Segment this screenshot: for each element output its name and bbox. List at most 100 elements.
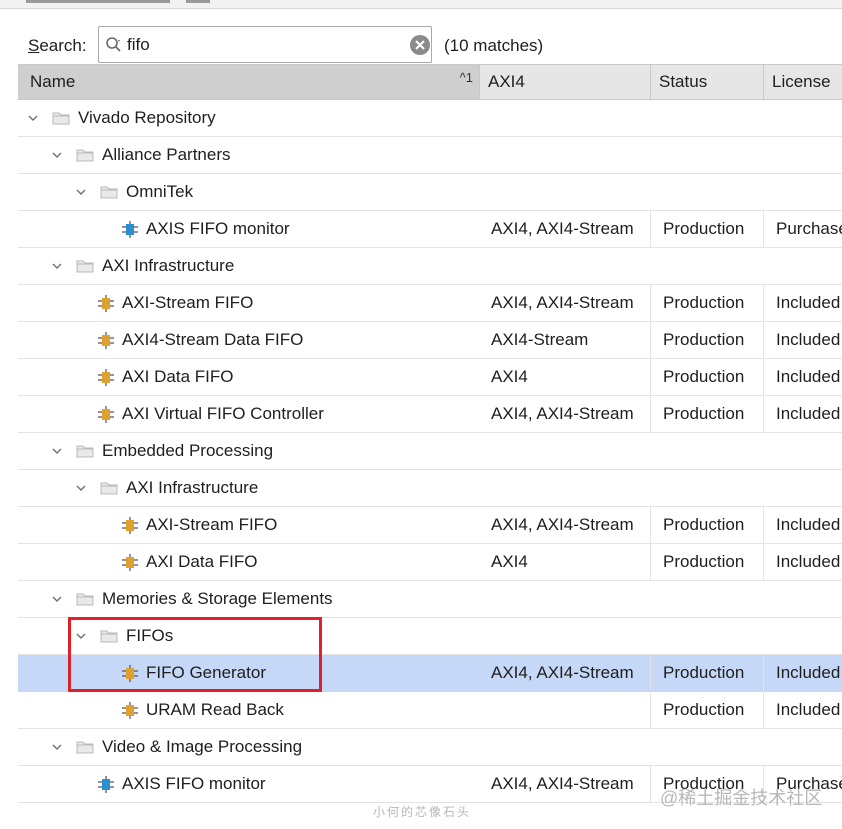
tree-ip-row[interactable]: AXI Data FIFO AXI4 Production Included bbox=[18, 544, 842, 581]
column-header-name[interactable]: Name ^1 bbox=[18, 65, 480, 99]
tree-item-label: AXI Virtual FIFO Controller bbox=[122, 404, 324, 423]
tree-ip-row[interactable]: FIFO Generator AXI4, AXI4-Stream Productio… bbox=[18, 655, 842, 692]
folder-icon bbox=[100, 482, 118, 495]
name-cell: AXI Virtual FIFO Controller bbox=[18, 396, 480, 432]
name-cell: OmniTek bbox=[18, 174, 480, 210]
ip-core-icon bbox=[98, 369, 114, 386]
folder-icon bbox=[76, 445, 94, 458]
column-header-axi4[interactable]: AXI4 bbox=[480, 65, 651, 99]
tree-item-label: FIFOs bbox=[126, 626, 174, 645]
tree-item-label: Memories & Storage Elements bbox=[102, 589, 333, 608]
name-cell: FIFOs bbox=[18, 618, 480, 654]
ip-core-icon bbox=[98, 776, 114, 793]
license-cell: Included bbox=[776, 330, 841, 349]
tree-ip-row[interactable]: AXI4-Stream Data FIFO AXI4-Stream Producti… bbox=[18, 322, 842, 359]
tree-folder-row[interactable]: Video & Image Processing bbox=[18, 729, 842, 766]
status-cell: Production bbox=[651, 359, 764, 395]
clear-circle-icon[interactable] bbox=[410, 35, 430, 55]
column-header-license[interactable]: License bbox=[764, 65, 842, 99]
tree-item-label: AXI Data FIFO bbox=[122, 367, 234, 386]
tree-folder-row[interactable]: Alliance Partners bbox=[18, 137, 842, 174]
tree-folder-row[interactable]: Memories & Storage Elements bbox=[18, 581, 842, 618]
tree-folder-row[interactable]: Vivado Repository bbox=[18, 100, 842, 137]
axi4-cell: AXI4, AXI4-Stream bbox=[480, 396, 651, 432]
ip-catalog-tree: Vivado Repository Alliance Partners OmniTe… bbox=[18, 100, 842, 803]
ip-core-icon bbox=[98, 406, 114, 423]
tree-folder-row[interactable]: FIFOs bbox=[18, 618, 842, 655]
ip-core-icon bbox=[122, 702, 138, 719]
tree-ip-row[interactable]: AXI Data FIFO AXI4 Production Included bbox=[18, 359, 842, 396]
match-count: (10 matches) bbox=[444, 36, 544, 55]
tree-item-label: AXI-Stream FIFO bbox=[122, 293, 254, 312]
table-header: Name ^1 AXI4 Status License bbox=[18, 64, 842, 100]
tree-ip-row[interactable]: URAM Read Back Production Included bbox=[18, 692, 842, 729]
watermark-small: 小何的芯像石头 bbox=[373, 805, 472, 819]
tree-folder-row[interactable]: AXI Infrastructure bbox=[18, 248, 842, 285]
license-cell: Included bbox=[776, 700, 841, 719]
search-label-mnemonic: S bbox=[28, 36, 40, 55]
tree-item-label: AXI Data FIFO bbox=[146, 552, 258, 571]
status-cell: Production bbox=[651, 507, 764, 543]
name-cell: AXIS FIFO monitor bbox=[18, 211, 480, 247]
ip-core-icon bbox=[98, 295, 114, 312]
tree-item-label: Alliance Partners bbox=[102, 145, 231, 164]
name-cell: FIFO Generator bbox=[18, 655, 480, 691]
top-tab-strip bbox=[0, 0, 842, 9]
chevron-down-icon[interactable] bbox=[52, 150, 62, 160]
tab-indicator[interactable] bbox=[26, 0, 170, 3]
tree-item-label: Video & Image Processing bbox=[102, 737, 303, 756]
axi4-cell: AXI4, AXI4-Stream bbox=[480, 507, 651, 543]
column-header-status[interactable]: Status bbox=[651, 65, 764, 99]
tab-indicator-small[interactable] bbox=[186, 0, 210, 3]
chevron-down-icon[interactable] bbox=[52, 261, 62, 271]
chevron-down-icon[interactable] bbox=[52, 742, 62, 752]
status-cell: Production bbox=[651, 544, 764, 580]
tree-item-label: URAM Read Back bbox=[146, 700, 284, 719]
tree-ip-row[interactable]: AXI-Stream FIFO AXI4, AXI4-Stream Producti… bbox=[18, 507, 842, 544]
license-cell: Included bbox=[776, 404, 841, 423]
name-cell: AXI Data FIFO bbox=[18, 544, 480, 580]
status-cell: Production bbox=[651, 692, 764, 728]
axi4-cell: AXI4, AXI4-Stream bbox=[480, 766, 651, 802]
ip-core-icon bbox=[98, 332, 114, 349]
search-input[interactable] bbox=[127, 31, 397, 58]
tree-item-label: AXI Infrastructure bbox=[102, 256, 235, 275]
search-label: Search: bbox=[28, 36, 87, 56]
chevron-down-icon[interactable] bbox=[52, 594, 62, 604]
clear-x-icon bbox=[415, 40, 425, 50]
tree-folder-row[interactable]: AXI Infrastructure bbox=[18, 470, 842, 507]
license-cell: Included bbox=[776, 515, 841, 534]
chevron-down-icon[interactable] bbox=[52, 446, 62, 456]
tree-item-label: Vivado Repository bbox=[78, 108, 216, 127]
tree-item-label: OmniTek bbox=[126, 182, 194, 201]
license-cell: Included bbox=[776, 293, 841, 312]
name-cell: AXI Data FIFO bbox=[18, 359, 480, 395]
folder-icon bbox=[76, 149, 94, 162]
column-header-name-label: Name bbox=[30, 72, 76, 91]
name-cell: AXI-Stream FIFO bbox=[18, 285, 480, 321]
name-cell: AXIS FIFO monitor bbox=[18, 766, 480, 802]
tree-item-label: Embedded Processing bbox=[102, 441, 274, 460]
name-cell: Embedded Processing bbox=[18, 433, 480, 469]
chevron-down-icon[interactable] bbox=[28, 113, 38, 123]
search-box[interactable] bbox=[98, 26, 432, 63]
tree-ip-row[interactable]: AXI-Stream FIFO AXI4, AXI4-Stream Producti… bbox=[18, 285, 842, 322]
axi4-cell: AXI4-Stream bbox=[480, 322, 651, 358]
name-cell: Vivado Repository bbox=[18, 100, 480, 136]
tree-item-label: AXIS FIFO monitor bbox=[122, 774, 266, 793]
tree-item-label: AXIS FIFO monitor bbox=[146, 219, 290, 238]
name-cell: Alliance Partners bbox=[18, 137, 480, 173]
folder-icon bbox=[100, 630, 118, 643]
chevron-down-icon[interactable] bbox=[76, 631, 86, 641]
status-cell: Production bbox=[651, 655, 764, 691]
tree-folder-row[interactable]: Embedded Processing bbox=[18, 433, 842, 470]
chevron-down-icon[interactable] bbox=[76, 483, 86, 493]
tree-ip-row[interactable]: AXIS FIFO monitor AXI4, AXI4-Stream Produc… bbox=[18, 211, 842, 248]
axi4-cell: AXI4 bbox=[480, 544, 651, 580]
license-cell: Purchase bbox=[776, 219, 842, 238]
magnifier-icon bbox=[106, 37, 121, 52]
tree-folder-row[interactable]: OmniTek bbox=[18, 174, 842, 211]
tree-ip-row[interactable]: AXI Virtual FIFO Controller AXI4, AXI4-St… bbox=[18, 396, 842, 433]
chevron-down-icon[interactable] bbox=[76, 187, 86, 197]
license-cell: Included bbox=[776, 552, 841, 571]
